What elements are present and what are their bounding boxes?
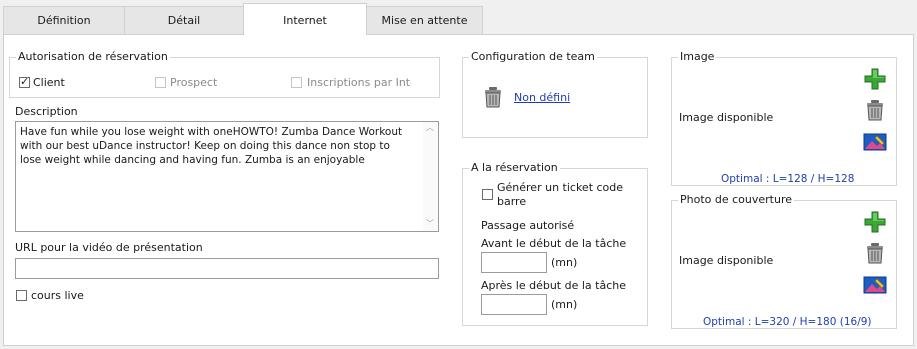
after-label: Après le début de la tâche [481,279,626,292]
cours-live-label: cours live [31,289,84,302]
barcode-label: Générer un ticket code barre [497,181,624,208]
tab-detail-label: Détail [167,14,201,27]
inscriptions-checkbox[interactable] [291,77,302,88]
cover-optimal: Optimal : L=320 / H=180 (16/9) [703,316,872,328]
prospect-label: Prospect [170,76,218,89]
before-input[interactable] [481,252,547,273]
tab-mise-en-attente-label: Mise en attente [381,14,468,27]
after-input[interactable] [481,294,547,315]
tab-internet[interactable]: Internet [243,3,367,35]
inscriptions-label: Inscriptions par Inte [307,76,411,89]
tab-detail[interactable]: Détail [124,6,244,34]
description-label: Description [15,105,78,118]
before-unit: (mn) [551,256,578,269]
tab-definition-label: Définition [37,14,91,27]
image-status: Image disponible [679,111,774,124]
tab-mise-en-attente[interactable]: Mise en attente [366,6,483,34]
team-config-legend: Configuration de team [469,50,597,64]
description-scrollbar[interactable]: ︿ ﹀ [423,122,438,231]
add-icon[interactable] [864,211,886,233]
tab-definition[interactable]: Définition [3,6,125,34]
passage-label: Passage autorisé [481,219,575,232]
trash-icon[interactable] [483,86,503,108]
add-icon[interactable] [864,68,886,90]
scroll-up-icon[interactable]: ︿ [426,122,434,133]
reservation-auth-legend: Autorisation de réservation [16,50,170,64]
edit-image-icon[interactable] [863,276,887,294]
internet-panel: Autorisation de réservation ✓ Client Pro… [3,34,914,346]
description-text: Have fun while you lose weight with oneH… [20,126,403,166]
before-label: Avant le début de la tâche [481,237,627,250]
image-optimal: Optimal : L=128 / H=128 [721,173,855,185]
team-config-link[interactable]: Non défini [514,91,570,105]
image-group: Image Image disponible Optimal : L=128 /… [671,50,897,186]
cover-legend: Photo de couverture [678,193,795,207]
client-label: Client [33,76,65,89]
tab-internet-label: Internet [283,14,327,27]
reservation-auth-group: Autorisation de réservation ✓ Client Pro… [9,50,440,98]
client-checkbox[interactable]: ✓ [19,75,30,88]
cover-group: Photo de couverture Image disponible Opt… [671,193,897,329]
reservation-group: A la réservation Générer un ticket code … [462,161,648,326]
cover-status: Image disponible [679,254,774,267]
trash-icon[interactable] [865,99,885,121]
reservation-legend: A la réservation [469,161,560,175]
description-textarea[interactable]: Have fun while you lose weight with oneH… [15,121,439,232]
video-url-input[interactable] [15,258,439,279]
edit-image-icon[interactable] [863,133,887,151]
scroll-down-icon[interactable]: ﹀ [426,218,434,229]
video-url-label: URL pour la vidéo de présentation [15,241,203,254]
checkmark-icon: ✓ [20,75,30,88]
barcode-checkbox[interactable] [482,189,493,200]
trash-icon[interactable] [865,242,885,264]
image-legend: Image [678,50,717,64]
cours-live-checkbox[interactable] [16,290,27,301]
team-config-group: Configuration de team Non défini [462,50,648,138]
after-unit: (mn) [551,298,578,311]
prospect-checkbox[interactable] [155,77,166,88]
